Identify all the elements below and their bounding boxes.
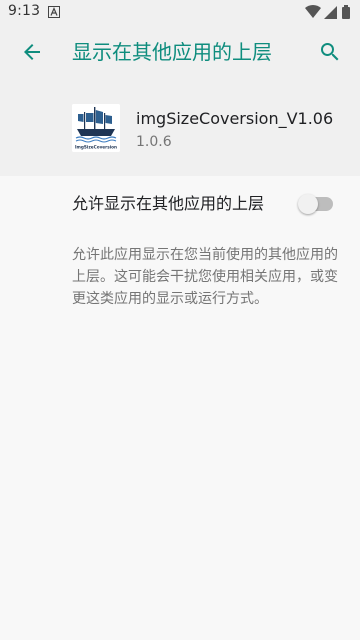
battery-icon: [342, 5, 350, 19]
search-icon: [321, 43, 339, 61]
back-button[interactable]: [12, 32, 52, 72]
app-icon-caption: ImgSizeCoversion: [75, 145, 117, 150]
ship-logo-icon: ImgSizeCoversion: [72, 104, 120, 152]
toggle-thumb: [298, 194, 318, 214]
allow-overlay-toggle[interactable]: [298, 194, 334, 214]
app-name: imgSizeCoversion_V1.06: [136, 109, 334, 128]
signal-icon: [324, 6, 337, 19]
a-letter-icon: [48, 6, 60, 18]
status-bar: 9:13: [0, 0, 360, 24]
arrow-left-icon: [24, 44, 40, 60]
allow-overlay-label: 允许显示在其他应用的上层: [72, 194, 265, 213]
status-time: 9:13: [8, 3, 41, 19]
allow-overlay-setting-row[interactable]: 允许显示在其他应用的上层: [0, 176, 360, 232]
search-button[interactable]: [310, 32, 350, 72]
permission-description: 允许此应用显示在您当前使用的其他应用的上层。这可能会干扰您使用相关应用，或变更这…: [72, 247, 338, 307]
app-version: 1.0.6: [136, 134, 172, 150]
app-info-header: ImgSizeCoversion imgSizeCoversion_V1.06 …: [0, 80, 360, 176]
wifi-icon: [305, 4, 321, 18]
status-icons: [305, 4, 350, 19]
app-bar: 显示在其他应用的上层: [0, 24, 360, 80]
app-icon: ImgSizeCoversion: [72, 104, 120, 152]
page-title: 显示在其他应用的上层: [72, 40, 272, 64]
